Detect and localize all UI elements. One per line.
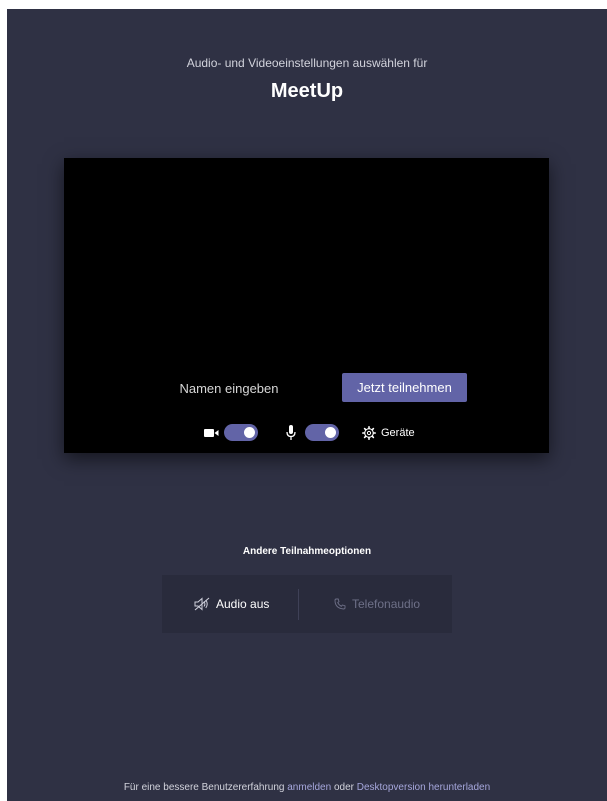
join-now-button[interactable]: Jetzt teilnehmen — [342, 373, 467, 402]
phone-audio-option[interactable]: Telefonaudio — [334, 575, 420, 633]
sign-in-link[interactable]: anmelden — [287, 782, 331, 793]
name-input[interactable] — [144, 376, 314, 400]
camera-toggle[interactable] — [224, 424, 258, 441]
camera-toggle-knob — [244, 427, 255, 438]
gear-icon — [362, 426, 376, 440]
microphone-toggle[interactable] — [305, 424, 339, 441]
microphone-toggle-knob — [325, 427, 336, 438]
devices-button[interactable]: Geräte — [362, 424, 415, 442]
phone-audio-label: Telefonaudio — [352, 597, 421, 611]
video-preview: Jetzt teilnehmen — [64, 158, 549, 453]
devices-label: Geräte — [381, 427, 415, 439]
settings-subtitle: Audio- und Videoeinstellungen auswählen … — [186, 56, 428, 70]
media-controls: Geräte — [64, 424, 549, 444]
microphone-icon — [286, 425, 296, 440]
phone-icon — [334, 598, 346, 610]
speaker-muted-icon — [194, 597, 210, 611]
footer-hint: Für eine bessere Benutzererfahrung anmel… — [7, 782, 607, 793]
meeting-title: MeetUp — [270, 80, 344, 102]
options-divider — [298, 589, 299, 620]
download-desktop-link[interactable]: Desktopversion herunterladen — [357, 782, 490, 793]
other-join-options: Audio aus Telefonaudio — [162, 575, 452, 633]
audio-off-label: Audio aus — [216, 597, 270, 611]
footer-prefix: Für eine bessere Benutzererfahrung — [123, 782, 285, 793]
audio-off-option[interactable]: Audio aus — [194, 575, 269, 633]
meeting-prejoin-screen: Audio- und Videoeinstellungen auswählen … — [7, 9, 607, 801]
footer-conjunction: oder — [333, 782, 354, 793]
other-options-heading: Andere Teilnahmeoptionen — [242, 546, 372, 557]
camera-icon — [204, 429, 219, 437]
